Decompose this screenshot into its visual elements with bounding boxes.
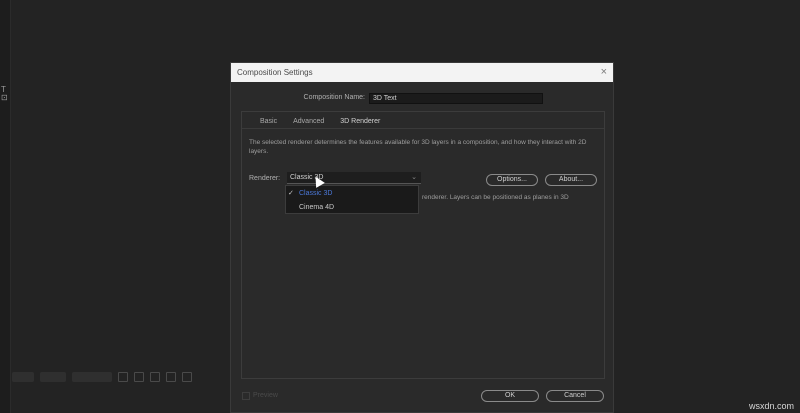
toolbar-chip (72, 372, 112, 382)
composition-name-input[interactable]: 3D Text (369, 93, 543, 104)
dialog-titlebar: Composition Settings × (231, 63, 613, 82)
toolbar-icon (166, 372, 176, 382)
dropdown-item-label: Classic 3D (299, 190, 333, 197)
left-panel (0, 0, 11, 413)
renderer-info-text: renderer. Layers can be positioned as pl… (422, 194, 569, 201)
toolbar-icon (118, 372, 128, 382)
watermark: wsxdn.com (748, 401, 794, 411)
close-icon[interactable]: × (601, 67, 607, 78)
cancel-button[interactable]: Cancel (546, 390, 604, 402)
left-panel-tool-icon: T ⊡ (1, 85, 8, 102)
toolbar-chip (40, 372, 66, 382)
toolbar-icon (182, 372, 192, 382)
settings-panel: Basic Advanced 3D Renderer The selected … (241, 111, 605, 379)
renderer-select[interactable]: Classic 3D ⌄ (287, 172, 421, 184)
composition-name-label: Composition Name: (303, 94, 365, 101)
about-button[interactable]: About... (545, 174, 597, 186)
toolbar-icon (150, 372, 160, 382)
dropdown-item-classic-3d[interactable]: ✓ Classic 3D (286, 187, 418, 200)
toolbar-icon (134, 372, 144, 382)
composition-settings-dialog: Composition Settings × Composition Name:… (230, 62, 614, 413)
renderer-description: The selected renderer determines the fea… (249, 139, 587, 155)
dropdown-item-cinema-4d[interactable]: Cinema 4D (286, 201, 418, 214)
chevron-down-icon: ⌄ (411, 174, 417, 181)
ok-button[interactable]: OK (481, 390, 539, 402)
options-button[interactable]: Options... (486, 174, 538, 186)
preview-label: Preview (253, 392, 278, 399)
preview-checkbox[interactable] (242, 392, 250, 400)
dialog-footer: Preview OK Cancel (231, 387, 613, 407)
dropdown-item-label: Cinema 4D (299, 204, 335, 211)
checkmark-icon: ✓ (288, 190, 294, 197)
toolbar-chip (12, 372, 34, 382)
renderer-dropdown-menu: ✓ Classic 3D Cinema 4D (285, 185, 419, 214)
composition-name-row: Composition Name: 3D Text (231, 93, 613, 105)
tab-divider (242, 128, 604, 129)
renderer-label: Renderer: (249, 175, 281, 182)
background-timeline-toolbar (12, 369, 230, 385)
dialog-title: Composition Settings (237, 68, 313, 77)
